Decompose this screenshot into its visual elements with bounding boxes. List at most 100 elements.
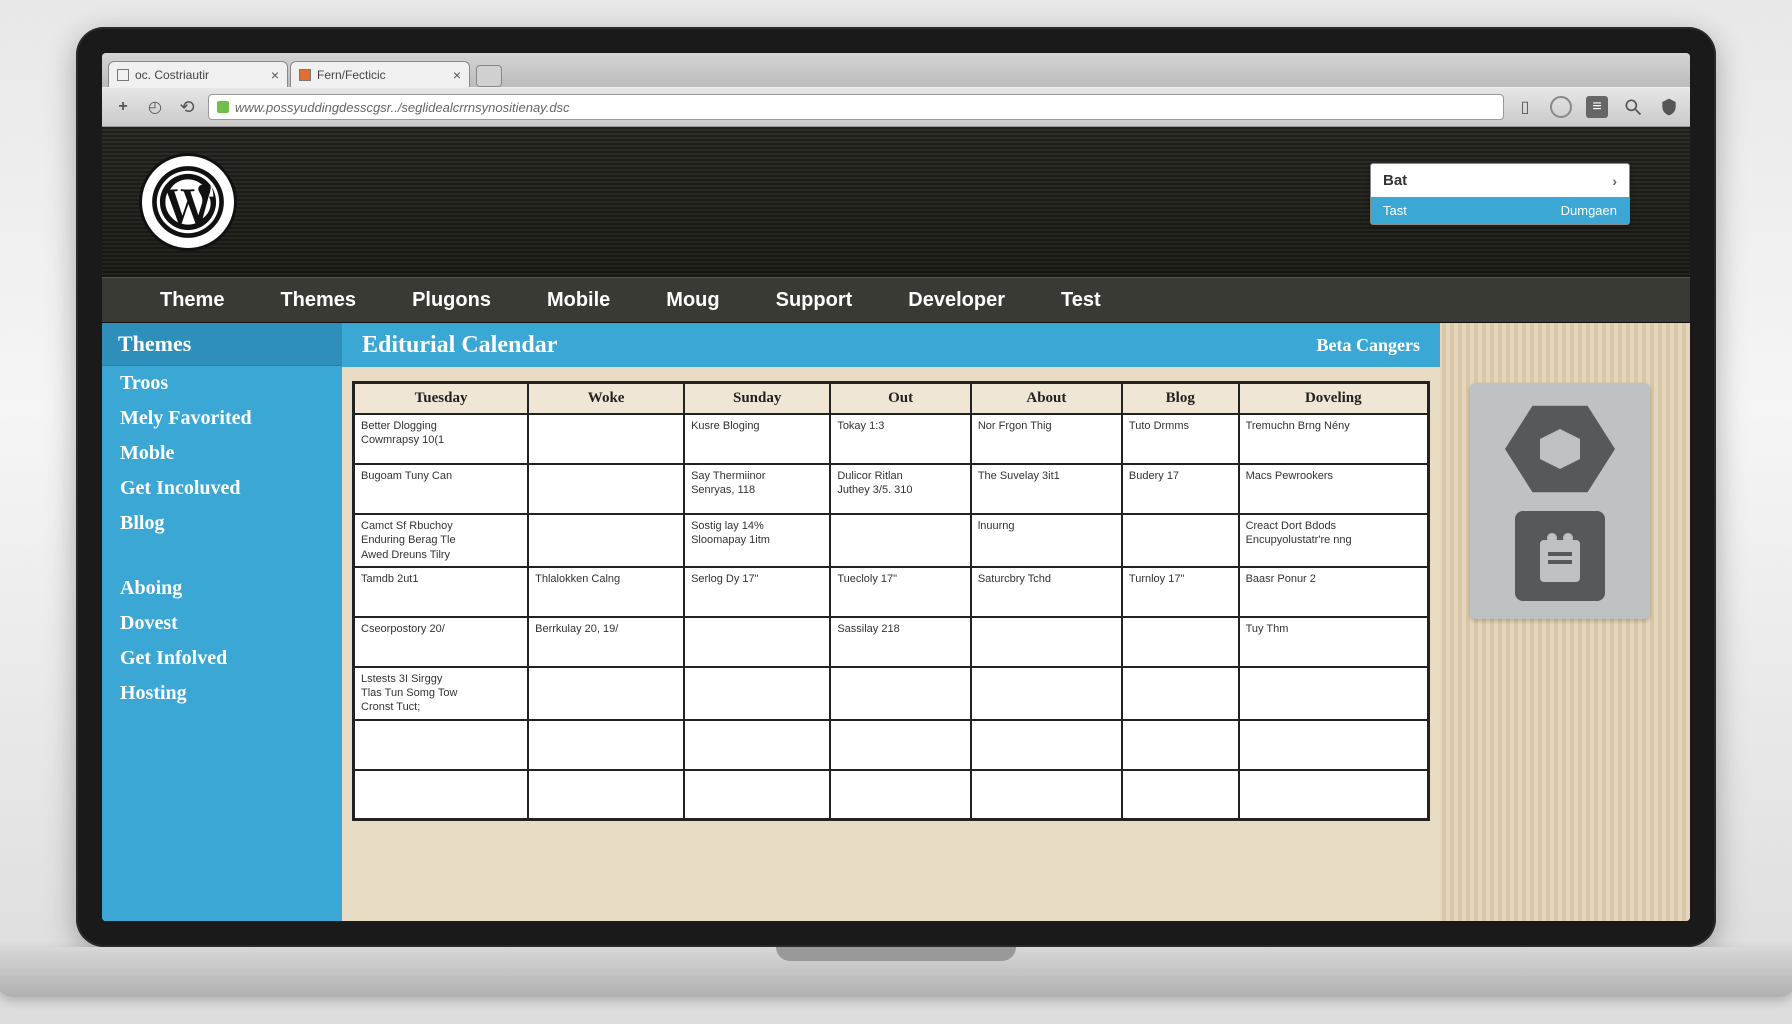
- calendar-cell[interactable]: [354, 770, 529, 820]
- nav-themes[interactable]: Themes: [252, 289, 384, 312]
- sidebar-item[interactable]: Get Infolved: [102, 641, 342, 676]
- calendar-cell[interactable]: [528, 667, 684, 720]
- calendar-cell[interactable]: lnuurng: [971, 514, 1122, 567]
- sidebar-item[interactable]: Bllog: [102, 506, 342, 541]
- calendar-cell[interactable]: [684, 617, 830, 667]
- browser-toolbar: + ◴ ⟲ www.possyuddingdesscgsr../seglidea…: [102, 87, 1690, 127]
- new-tab-button[interactable]: [476, 65, 502, 87]
- user-dropdown[interactable]: Bat › Tast Dumgaen: [1370, 163, 1630, 225]
- calendar-cell[interactable]: [830, 514, 971, 567]
- nav-developer[interactable]: Developer: [880, 289, 1033, 312]
- calendar-cell[interactable]: Tokay 1:3: [830, 414, 971, 464]
- calendar-cell[interactable]: [1122, 770, 1239, 820]
- calendar-cell[interactable]: Saturcbry Tchd: [971, 567, 1122, 617]
- calendar-cell[interactable]: Better DloggingCowmrapsy 10(1: [354, 414, 529, 464]
- nav-support[interactable]: Support: [748, 289, 881, 312]
- calendar-cell[interactable]: [528, 414, 684, 464]
- browser-tab-2[interactable]: Fern/Fecticic ×: [290, 61, 470, 87]
- calendar-cell[interactable]: [528, 770, 684, 820]
- promo-card[interactable]: [1470, 383, 1650, 619]
- calendar-cell[interactable]: Camct Sf RbuchoyEnduring Berag TleAwed D…: [354, 514, 529, 567]
- calendar-cell[interactable]: Tuy Thm: [1239, 617, 1429, 667]
- shield-icon[interactable]: [1658, 96, 1680, 118]
- calendar-cell[interactable]: Lstests 3I SirggyTlas Tun Somg TowCronst…: [354, 667, 529, 720]
- calendar-cell[interactable]: Dulicor RitlanJuthey 3/5. 310: [830, 464, 971, 514]
- calendar-cell[interactable]: [1122, 514, 1239, 567]
- calendar-cell[interactable]: [830, 770, 971, 820]
- calendar-cell[interactable]: Kusre Bloging: [684, 414, 830, 464]
- user-dropdown-header[interactable]: Bat ›: [1371, 164, 1629, 197]
- menu-icon[interactable]: ≡: [1586, 96, 1608, 118]
- sidebar-item[interactable]: Troos: [102, 366, 342, 401]
- nav-test[interactable]: Test: [1033, 289, 1129, 312]
- address-bar[interactable]: www.possyuddingdesscgsr../seglidealcrrns…: [208, 94, 1504, 120]
- calendar-cell[interactable]: [971, 617, 1122, 667]
- calendar-cell[interactable]: [830, 720, 971, 770]
- reload-icon[interactable]: ⟲: [176, 96, 198, 118]
- calendar-cell[interactable]: Turnloy 17": [1122, 567, 1239, 617]
- calendar-cell[interactable]: Tremuchn Brng Nény: [1239, 414, 1429, 464]
- calendar-cell[interactable]: [971, 667, 1122, 720]
- calendar-cell[interactable]: [1122, 720, 1239, 770]
- add-button[interactable]: +: [112, 96, 134, 118]
- calendar-cell[interactable]: Berrkulay 20, 19/: [528, 617, 684, 667]
- calendar-cell[interactable]: Macs Pewrookers: [1239, 464, 1429, 514]
- calendar-cell[interactable]: Thlalokken Calng: [528, 567, 684, 617]
- close-icon[interactable]: ×: [453, 67, 461, 83]
- calendar-row: Cseorpostory 20/Berrkulay 20, 19/Sassila…: [354, 617, 1429, 667]
- nav-theme[interactable]: Theme: [132, 289, 252, 312]
- url-text: www.possyuddingdesscgsr../seglidealcrrns…: [235, 100, 570, 115]
- calendar-cell[interactable]: Nor Frgon Thig: [971, 414, 1122, 464]
- calendar-cell[interactable]: [528, 464, 684, 514]
- calendar-cell[interactable]: [528, 514, 684, 567]
- browser-tab-1[interactable]: oc. Costriautir ×: [108, 61, 288, 87]
- close-icon[interactable]: ×: [271, 67, 279, 83]
- nav-moug[interactable]: Moug: [638, 289, 747, 312]
- user-sub-left: Tast: [1383, 203, 1407, 218]
- sidebar-item[interactable]: Moble: [102, 436, 342, 471]
- calendar-cell[interactable]: [1122, 617, 1239, 667]
- calendar-cell[interactable]: Bugoam Tuny Can: [354, 464, 529, 514]
- calendar-cell[interactable]: Sostig lay 14%Sloomapay 1itm: [684, 514, 830, 567]
- calendar-cell[interactable]: Tuecloly 17": [830, 567, 971, 617]
- calendar-cell[interactable]: Baasr Ponur 2: [1239, 567, 1429, 617]
- calendar-cell[interactable]: The Suvelay 3it1: [971, 464, 1122, 514]
- user-dropdown-sub[interactable]: Tast Dumgaen: [1371, 197, 1629, 224]
- sidebar-item[interactable]: Dovest: [102, 606, 342, 641]
- calendar-cell[interactable]: [971, 720, 1122, 770]
- calendar-cell[interactable]: [1239, 770, 1429, 820]
- calendar-cell[interactable]: [684, 770, 830, 820]
- page-header: Bat › Tast Dumgaen: [102, 127, 1690, 277]
- wordpress-logo-icon[interactable]: [142, 156, 234, 248]
- calendar-cell[interactable]: [354, 720, 529, 770]
- calendar-cell[interactable]: [528, 720, 684, 770]
- nav-mobile[interactable]: Mobile: [519, 289, 638, 312]
- calendar-cell[interactable]: Say ThermiinorSenryas, 118: [684, 464, 830, 514]
- calendar-cell[interactable]: Cseorpostory 20/: [354, 617, 529, 667]
- calendar-cell[interactable]: [1239, 720, 1429, 770]
- sidebar-divider: [102, 541, 342, 571]
- sidebar-item[interactable]: Aboing: [102, 571, 342, 606]
- clipboard-badge-icon: [1515, 511, 1605, 601]
- calendar-cell[interactable]: Tuto Drmms: [1122, 414, 1239, 464]
- nav-plugins[interactable]: Plugons: [384, 289, 519, 312]
- search-icon[interactable]: [1622, 96, 1644, 118]
- calendar-cell[interactable]: [1239, 667, 1429, 720]
- sidebar-item[interactable]: Get Incoluved: [102, 471, 342, 506]
- history-icon[interactable]: ◴: [144, 96, 166, 118]
- calendar-cell[interactable]: [684, 667, 830, 720]
- sidebar-header[interactable]: Themes: [102, 323, 342, 366]
- calendar-cell[interactable]: Creact Dort BdodsEncupyolustatr're nng: [1239, 514, 1429, 567]
- calendar-cell[interactable]: Budery 17: [1122, 464, 1239, 514]
- account-icon[interactable]: [1550, 96, 1572, 118]
- sidebar-item[interactable]: Hosting: [102, 676, 342, 711]
- bookmark-icon[interactable]: ▯: [1514, 96, 1536, 118]
- calendar-cell[interactable]: [684, 720, 830, 770]
- calendar-cell[interactable]: [1122, 667, 1239, 720]
- calendar-cell[interactable]: [971, 770, 1122, 820]
- calendar-cell[interactable]: [830, 667, 971, 720]
- sidebar-item[interactable]: Mely Favorited: [102, 401, 342, 436]
- calendar-cell[interactable]: Tamdb 2ut1: [354, 567, 529, 617]
- calendar-cell[interactable]: Sassilay 218: [830, 617, 971, 667]
- calendar-cell[interactable]: Serlog Dy 17": [684, 567, 830, 617]
